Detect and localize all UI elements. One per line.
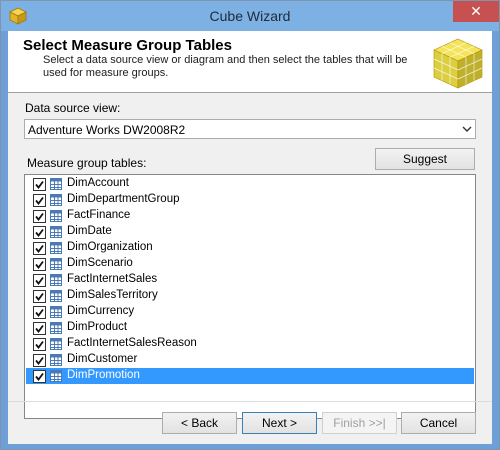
table-name: DimCustomer — [67, 353, 138, 365]
cube-graphic-icon — [433, 38, 483, 89]
list-item[interactable]: DimDepartmentGroup — [26, 192, 474, 208]
measure-group-list[interactable]: DimAccount DimDepartmentGroup FactFinance D… — [24, 174, 476, 419]
checkbox[interactable] — [33, 306, 46, 319]
title-bar: Cube Wizard ✕ — [1, 1, 499, 31]
checkmark-icon — [35, 324, 44, 333]
wizard-header: Select Measure Group Tables Select a dat… — [8, 31, 492, 93]
table-name: DimOrganization — [67, 241, 153, 253]
table-name: DimAccount — [67, 177, 129, 189]
checkbox[interactable] — [33, 290, 46, 303]
data-source-label: Data source view: — [25, 101, 121, 115]
checkbox[interactable] — [33, 258, 46, 271]
table-name: DimPromotion — [67, 369, 140, 381]
page-title: Select Measure Group Tables — [23, 37, 232, 54]
data-source-value: Adventure Works DW2008R2 — [28, 123, 186, 137]
list-item[interactable]: DimCustomer — [26, 352, 474, 368]
back-button[interactable]: < Back — [162, 412, 237, 434]
checkbox[interactable] — [33, 194, 46, 207]
checkmark-icon — [35, 180, 44, 189]
table-name: DimDepartmentGroup — [67, 193, 180, 205]
table-icon — [50, 210, 62, 222]
table-icon — [50, 226, 62, 238]
checkmark-icon — [35, 276, 44, 285]
next-button[interactable]: Next > — [242, 412, 317, 434]
checkbox[interactable] — [33, 226, 46, 239]
suggest-button[interactable]: Suggest — [375, 148, 475, 170]
table-icon — [50, 322, 62, 334]
finish-button[interactable]: Finish >>| — [322, 412, 397, 434]
checkbox[interactable] — [33, 338, 46, 351]
table-name: DimCurrency — [67, 305, 135, 317]
list-item[interactable]: DimPromotion — [26, 368, 474, 384]
checkmark-icon — [35, 260, 44, 269]
table-name: DimDate — [67, 225, 112, 237]
table-name: FactInternetSales — [67, 273, 158, 285]
list-item[interactable]: FactFinance — [26, 208, 474, 224]
table-name: DimProduct — [67, 321, 128, 333]
wizard-window: Cube Wizard ✕ Select Measure Group Table… — [0, 0, 500, 450]
close-button[interactable]: ✕ — [453, 1, 499, 22]
table-name: DimScenario — [67, 257, 133, 269]
list-item[interactable]: DimDate — [26, 224, 474, 240]
checkmark-icon — [35, 228, 44, 237]
table-icon — [50, 370, 62, 382]
footer-divider — [8, 401, 492, 402]
table-icon — [50, 338, 62, 350]
checkbox[interactable] — [33, 354, 46, 367]
checkbox[interactable] — [33, 210, 46, 223]
table-icon — [50, 194, 62, 206]
list-item[interactable]: FactInternetSales — [26, 272, 474, 288]
list-item[interactable]: DimSalesTerritory — [26, 288, 474, 304]
table-icon — [50, 258, 62, 270]
cancel-button[interactable]: Cancel — [401, 412, 476, 434]
table-name: FactInternetSalesReason — [67, 337, 197, 349]
list-item[interactable]: FactInternetSalesReason — [26, 336, 474, 352]
data-source-dropdown[interactable]: Adventure Works DW2008R2 — [24, 119, 476, 139]
checkbox[interactable] — [33, 322, 46, 335]
table-name: DimSalesTerritory — [67, 289, 158, 301]
table-icon — [50, 242, 62, 254]
checkbox[interactable] — [33, 370, 46, 383]
checkmark-icon — [35, 340, 44, 349]
checkmark-icon — [35, 292, 44, 301]
list-item[interactable]: DimProduct — [26, 320, 474, 336]
table-icon — [50, 354, 62, 366]
list-item[interactable]: DimCurrency — [26, 304, 474, 320]
checkbox[interactable] — [33, 178, 46, 191]
list-item[interactable]: DimAccount — [26, 176, 474, 192]
measure-group-label: Measure group tables: — [27, 156, 147, 170]
checkmark-icon — [35, 196, 44, 205]
checkmark-icon — [35, 356, 44, 365]
list-item[interactable]: DimScenario — [26, 256, 474, 272]
table-name: FactFinance — [67, 209, 131, 221]
table-icon — [50, 178, 62, 190]
checkbox[interactable] — [33, 274, 46, 287]
chevron-down-icon[interactable] — [461, 123, 473, 135]
checkmark-icon — [35, 244, 44, 253]
table-icon — [50, 306, 62, 318]
checkbox[interactable] — [33, 242, 46, 255]
checkmark-icon — [35, 308, 44, 317]
page-description: Select a data source view or diagram and… — [43, 54, 408, 79]
window-title: Cube Wizard — [209, 8, 291, 24]
list-item[interactable]: DimOrganization — [26, 240, 474, 256]
checkmark-icon — [35, 372, 44, 381]
checkmark-icon — [35, 212, 44, 221]
table-icon — [50, 290, 62, 302]
table-icon — [50, 274, 62, 286]
wizard-body: Select Measure Group Tables Select a dat… — [8, 31, 492, 444]
